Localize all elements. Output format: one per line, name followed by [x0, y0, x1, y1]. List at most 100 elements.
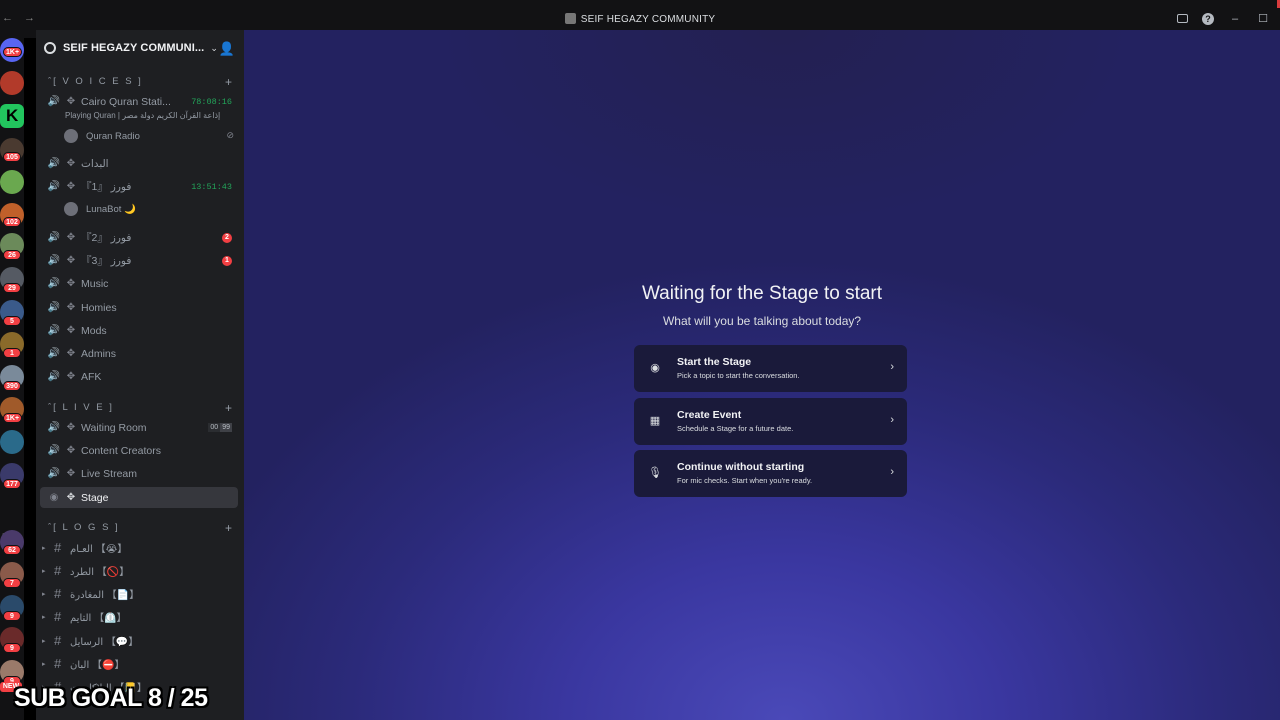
expand-arrow-icon: ▸: [42, 544, 46, 552]
channel-label: Cairo Quran Stati...: [81, 95, 171, 108]
channel-timer: 78:08:16: [191, 96, 232, 107]
voice-member[interactable]: Quran Radio: [64, 127, 140, 145]
server-icon-k[interactable]: K: [0, 104, 24, 128]
speaker-icon: 🔊: [47, 96, 61, 107]
server-boost-icon: [44, 42, 56, 54]
chevron-right-icon: ›: [890, 466, 894, 478]
channel-label: البدات: [81, 157, 109, 170]
expand-arrow-icon: ▸: [42, 590, 46, 598]
channel-label: Music: [81, 277, 109, 290]
diamond-icon: ✥: [66, 181, 76, 192]
badge: 105: [3, 152, 21, 162]
channel-afk[interactable]: 🔊 ✥ AFK: [40, 366, 238, 387]
create-channel-icon[interactable]: +: [225, 521, 232, 535]
text-channel[interactable]: ▸ # الطرد 【🚫】: [42, 560, 129, 581]
expand-arrow-icon: ▸: [42, 660, 46, 668]
diamond-icon: ✥: [66, 468, 76, 479]
user-limit: 99: [220, 423, 232, 432]
badge: 62: [3, 545, 21, 555]
channel-foraz-2[interactable]: 🔊 ✥ 『2』 فورز 2: [40, 227, 238, 248]
badge: 29: [3, 283, 21, 293]
server-icon[interactable]: [0, 170, 24, 194]
channel-mods[interactable]: 🔊 ✥ Mods: [40, 320, 238, 341]
channel-admins[interactable]: 🔊 ✥ Admins: [40, 343, 238, 364]
channel-waiting-room[interactable]: 🔊 ✥ Waiting Room 00 99: [40, 417, 238, 438]
channel-label: 『2』 فورز: [81, 232, 132, 244]
option-title: Start the Stage: [677, 356, 752, 368]
activity-status: Playing Quran | إذاعة القرآن الكريم دولة…: [65, 111, 221, 120]
speaker-icon: 🔊: [47, 181, 61, 192]
channel-foraz-1[interactable]: 🔊 ✥ 『1』 فورز 13:51:43: [40, 176, 238, 197]
channel-label: Homies: [81, 301, 117, 314]
option-description: For mic checks. Start when you're ready.: [677, 476, 813, 485]
channel-label: AFK: [81, 370, 102, 383]
window-title-wrap: SEIF HEGAZY COMMUNITY: [0, 13, 1280, 25]
diamond-icon: ✥: [66, 232, 76, 243]
diamond-icon: ✥: [66, 371, 76, 382]
badge: 5: [3, 316, 21, 326]
sub-goal-overlay: SUB GOAL 8 / 25: [14, 684, 208, 712]
create-channel-icon[interactable]: +: [225, 75, 232, 89]
server-rail: 1K+ K 105 102 26 29 5 1 390 1K+ 177 PC 6…: [0, 30, 24, 720]
member-name: LunaBot 🌙: [86, 203, 136, 215]
badge: 1K+: [3, 413, 23, 423]
channel-content-creators[interactable]: 🔊 ✥ Content Creators: [40, 440, 238, 461]
chevron-right-icon: ›: [890, 414, 894, 426]
hash-icon: #: [54, 540, 62, 555]
diamond-icon: ✥: [66, 445, 76, 456]
help-icon[interactable]: ?: [1202, 12, 1214, 25]
category-logs[interactable]: ˆ[ L O G S ]: [48, 522, 120, 533]
mic-icon: 🎙: [648, 467, 662, 479]
deafen-icon: ⊘: [226, 130, 234, 140]
option-description: Schedule a Stage for a future date.: [677, 424, 794, 433]
text-channel[interactable]: ▸ # البان 【⛔】: [42, 653, 124, 674]
create-event-button[interactable]: ▦ Create Event Schedule a Stage for a fu…: [634, 398, 907, 445]
maximize-icon[interactable]: ☐: [1256, 12, 1270, 25]
badge: 9: [3, 611, 21, 621]
badge: 1K+: [3, 47, 23, 57]
badge: 7: [3, 578, 21, 588]
stage-icon: ◉: [650, 362, 660, 374]
expand-arrow-icon: ▸: [42, 637, 46, 645]
badge: 177: [3, 479, 21, 489]
chevron-down-icon: ⌄: [210, 42, 218, 53]
channel-label: العـام 【😭】: [70, 544, 128, 555]
speaker-icon: 🔊: [47, 468, 61, 479]
diamond-icon: ✥: [66, 96, 76, 107]
category-live[interactable]: ˆ[ L I V E ]: [48, 402, 114, 413]
diamond-icon: ✥: [66, 302, 76, 313]
text-channel[interactable]: ▸ # التايم 【⏲️】: [42, 606, 127, 627]
text-channel[interactable]: ▸ # الرسايل 【💬】: [42, 630, 138, 651]
server-header[interactable]: SEIF HEGAZY COMMUNI... ⌄ 👤: [36, 30, 244, 66]
channel-music[interactable]: 🔊 ✥ Music: [40, 273, 238, 294]
channel-albadat[interactable]: 🔊 ✥ البدات: [40, 153, 238, 174]
channel-cairo-quran[interactable]: 🔊 ✥ Cairo Quran Stati... 78:08:16: [40, 91, 238, 112]
server-icon[interactable]: [0, 430, 24, 454]
diamond-icon: ✥: [66, 158, 76, 169]
badge: 102: [3, 217, 21, 227]
channel-foraz-3[interactable]: 🔊 ✥ 『3』 فورز 1: [40, 250, 238, 271]
text-channel[interactable]: ▸ # العـام 【😭】: [42, 537, 127, 558]
option-title: Create Event: [677, 409, 742, 421]
continue-without-starting-button[interactable]: 🎙 Continue without starting For mic chec…: [634, 450, 907, 497]
stage-icon: ◉: [49, 492, 59, 503]
channel-homies[interactable]: 🔊 ✥ Homies: [40, 297, 238, 318]
category-voices[interactable]: ˆ[ V O I C E S ]: [48, 76, 143, 87]
inbox-icon[interactable]: [1177, 14, 1188, 23]
user-count-badge: 2: [222, 232, 232, 243]
voice-member[interactable]: LunaBot 🌙: [64, 200, 136, 218]
stage-title: Waiting for the Stage to start: [641, 283, 883, 304]
diamond-icon: ✥: [66, 422, 76, 433]
chevron-right-icon: ›: [890, 361, 894, 373]
diamond-icon: ✥: [66, 255, 76, 266]
start-stage-button[interactable]: ◉ Start the Stage Pick a topic to start …: [634, 345, 907, 392]
create-channel-icon[interactable]: +: [225, 401, 232, 415]
text-channel[interactable]: ▸ # المغادرة 【📄】: [42, 583, 139, 604]
speaker-icon: 🔊: [47, 232, 61, 243]
minimize-icon[interactable]: –: [1228, 13, 1242, 25]
channel-live-stream[interactable]: 🔊 ✥ Live Stream: [40, 463, 238, 484]
channel-stage[interactable]: ◉ ✥ Stage: [40, 487, 238, 508]
server-icon[interactable]: [0, 71, 24, 95]
hash-icon: #: [54, 563, 62, 578]
invite-people-icon[interactable]: 👤: [219, 41, 235, 57]
